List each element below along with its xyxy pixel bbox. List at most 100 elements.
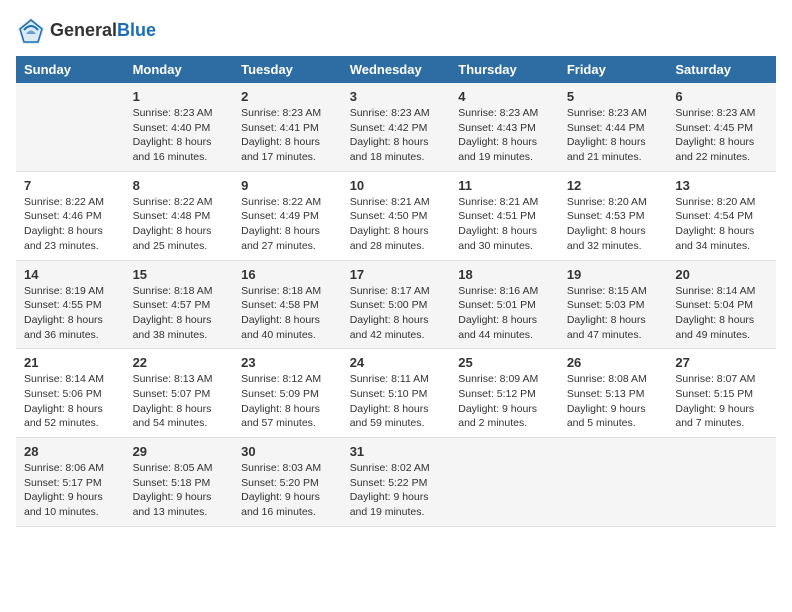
weekday-header: Wednesday <box>342 56 451 83</box>
day-number: 10 <box>350 178 443 193</box>
calendar-cell: 30 Sunrise: 8:03 AM Sunset: 5:20 PM Dayli… <box>233 438 342 527</box>
day-info: Sunrise: 8:23 AM Sunset: 4:45 PM Dayligh… <box>675 106 768 165</box>
day-number: 3 <box>350 89 443 104</box>
day-info: Sunrise: 8:07 AM Sunset: 5:15 PM Dayligh… <box>675 372 768 431</box>
day-number: 27 <box>675 355 768 370</box>
calendar-cell: 14 Sunrise: 8:19 AM Sunset: 4:55 PM Dayli… <box>16 260 125 349</box>
day-info: Sunrise: 8:23 AM Sunset: 4:40 PM Dayligh… <box>133 106 226 165</box>
calendar-cell: 18 Sunrise: 8:16 AM Sunset: 5:01 PM Dayli… <box>450 260 559 349</box>
day-number: 31 <box>350 444 443 459</box>
day-info: Sunrise: 8:08 AM Sunset: 5:13 PM Dayligh… <box>567 372 660 431</box>
day-number: 18 <box>458 267 551 282</box>
day-number: 15 <box>133 267 226 282</box>
weekday-header: Sunday <box>16 56 125 83</box>
day-info: Sunrise: 8:02 AM Sunset: 5:22 PM Dayligh… <box>350 461 443 520</box>
day-number: 2 <box>241 89 334 104</box>
calendar-table: SundayMondayTuesdayWednesdayThursdayFrid… <box>16 56 776 527</box>
calendar-week-row: 1Sunrise: 8:23 AM Sunset: 4:40 PM Daylig… <box>16 83 776 171</box>
calendar-cell: 16 Sunrise: 8:18 AM Sunset: 4:58 PM Dayli… <box>233 260 342 349</box>
day-number: 19 <box>567 267 660 282</box>
day-number: 12 <box>567 178 660 193</box>
calendar-cell: 20 Sunrise: 8:14 AM Sunset: 5:04 PM Dayli… <box>667 260 776 349</box>
calendar-cell: 26 Sunrise: 8:08 AM Sunset: 5:13 PM Dayli… <box>559 349 668 438</box>
calendar-cell: 5 Sunrise: 8:23 AM Sunset: 4:44 PM Daylig… <box>559 83 668 171</box>
day-number: 4 <box>458 89 551 104</box>
logo: GeneralBlue <box>16 16 156 46</box>
day-info: Sunrise: 8:16 AM Sunset: 5:01 PM Dayligh… <box>458 284 551 343</box>
calendar-cell: 17 Sunrise: 8:17 AM Sunset: 5:00 PM Dayli… <box>342 260 451 349</box>
day-info: Sunrise: 8:22 AM Sunset: 4:49 PM Dayligh… <box>241 195 334 254</box>
day-number: 16 <box>241 267 334 282</box>
calendar-cell: 28Sunrise: 8:06 AM Sunset: 5:17 PM Dayli… <box>16 438 125 527</box>
logo-blue: Blue <box>117 20 156 40</box>
calendar-cell: 31 Sunrise: 8:02 AM Sunset: 5:22 PM Dayli… <box>342 438 451 527</box>
day-info: Sunrise: 8:18 AM Sunset: 4:58 PM Dayligh… <box>241 284 334 343</box>
calendar-cell: 13 Sunrise: 8:20 AM Sunset: 4:54 PM Dayli… <box>667 171 776 260</box>
day-number: 23 <box>241 355 334 370</box>
page-header: GeneralBlue <box>16 16 776 46</box>
weekday-header: Saturday <box>667 56 776 83</box>
day-info: Sunrise: 8:22 AM Sunset: 4:48 PM Dayligh… <box>133 195 226 254</box>
day-info: Sunrise: 8:18 AM Sunset: 4:57 PM Dayligh… <box>133 284 226 343</box>
weekday-header: Tuesday <box>233 56 342 83</box>
day-info: Sunrise: 8:15 AM Sunset: 5:03 PM Dayligh… <box>567 284 660 343</box>
day-info: Sunrise: 8:14 AM Sunset: 5:06 PM Dayligh… <box>24 372 117 431</box>
day-number: 8 <box>133 178 226 193</box>
calendar-week-row: 14 Sunrise: 8:19 AM Sunset: 4:55 PM Dayli… <box>16 260 776 349</box>
calendar-cell: 1Sunrise: 8:23 AM Sunset: 4:40 PM Daylig… <box>125 83 234 171</box>
calendar-cell: 24Sunrise: 8:11 AM Sunset: 5:10 PM Dayli… <box>342 349 451 438</box>
day-info: Sunrise: 8:22 AM Sunset: 4:46 PM Dayligh… <box>24 195 117 254</box>
day-info: Sunrise: 8:19 AM Sunset: 4:55 PM Dayligh… <box>24 284 117 343</box>
calendar-header-row: SundayMondayTuesdayWednesdayThursdayFrid… <box>16 56 776 83</box>
day-info: Sunrise: 8:03 AM Sunset: 5:20 PM Dayligh… <box>241 461 334 520</box>
day-info: Sunrise: 8:23 AM Sunset: 4:42 PM Dayligh… <box>350 106 443 165</box>
day-number: 5 <box>567 89 660 104</box>
day-info: Sunrise: 8:23 AM Sunset: 4:44 PM Dayligh… <box>567 106 660 165</box>
calendar-cell: 9 Sunrise: 8:22 AM Sunset: 4:49 PM Daylig… <box>233 171 342 260</box>
calendar-week-row: 7Sunrise: 8:22 AM Sunset: 4:46 PM Daylig… <box>16 171 776 260</box>
weekday-header: Monday <box>125 56 234 83</box>
calendar-cell <box>450 438 559 527</box>
day-number: 28 <box>24 444 117 459</box>
day-number: 21 <box>24 355 117 370</box>
day-number: 14 <box>24 267 117 282</box>
day-number: 13 <box>675 178 768 193</box>
day-number: 25 <box>458 355 551 370</box>
calendar-cell: 3 Sunrise: 8:23 AM Sunset: 4:42 PM Daylig… <box>342 83 451 171</box>
calendar-cell: 12Sunrise: 8:20 AM Sunset: 4:53 PM Dayli… <box>559 171 668 260</box>
day-number: 17 <box>350 267 443 282</box>
day-info: Sunrise: 8:14 AM Sunset: 5:04 PM Dayligh… <box>675 284 768 343</box>
day-number: 6 <box>675 89 768 104</box>
calendar-cell: 23Sunrise: 8:12 AM Sunset: 5:09 PM Dayli… <box>233 349 342 438</box>
calendar-cell: 11 Sunrise: 8:21 AM Sunset: 4:51 PM Dayli… <box>450 171 559 260</box>
day-number: 29 <box>133 444 226 459</box>
day-info: Sunrise: 8:23 AM Sunset: 4:41 PM Dayligh… <box>241 106 334 165</box>
calendar-week-row: 21 Sunrise: 8:14 AM Sunset: 5:06 PM Dayli… <box>16 349 776 438</box>
day-info: Sunrise: 8:13 AM Sunset: 5:07 PM Dayligh… <box>133 372 226 431</box>
day-info: Sunrise: 8:20 AM Sunset: 4:54 PM Dayligh… <box>675 195 768 254</box>
logo-general: General <box>50 20 117 40</box>
calendar-cell: 27 Sunrise: 8:07 AM Sunset: 5:15 PM Dayli… <box>667 349 776 438</box>
calendar-cell <box>16 83 125 171</box>
calendar-cell: 25Sunrise: 8:09 AM Sunset: 5:12 PM Dayli… <box>450 349 559 438</box>
day-info: Sunrise: 8:21 AM Sunset: 4:51 PM Dayligh… <box>458 195 551 254</box>
calendar-cell: 10 Sunrise: 8:21 AM Sunset: 4:50 PM Dayli… <box>342 171 451 260</box>
day-info: Sunrise: 8:17 AM Sunset: 5:00 PM Dayligh… <box>350 284 443 343</box>
calendar-cell: 2 Sunrise: 8:23 AM Sunset: 4:41 PM Daylig… <box>233 83 342 171</box>
day-info: Sunrise: 8:05 AM Sunset: 5:18 PM Dayligh… <box>133 461 226 520</box>
day-number: 11 <box>458 178 551 193</box>
day-info: Sunrise: 8:21 AM Sunset: 4:50 PM Dayligh… <box>350 195 443 254</box>
calendar-cell: 6 Sunrise: 8:23 AM Sunset: 4:45 PM Daylig… <box>667 83 776 171</box>
calendar-cell <box>559 438 668 527</box>
calendar-cell: 29 Sunrise: 8:05 AM Sunset: 5:18 PM Dayli… <box>125 438 234 527</box>
calendar-cell: 4Sunrise: 8:23 AM Sunset: 4:43 PM Daylig… <box>450 83 559 171</box>
calendar-cell: 15 Sunrise: 8:18 AM Sunset: 4:57 PM Dayli… <box>125 260 234 349</box>
day-number: 26 <box>567 355 660 370</box>
day-number: 24 <box>350 355 443 370</box>
weekday-header: Friday <box>559 56 668 83</box>
calendar-cell: 21 Sunrise: 8:14 AM Sunset: 5:06 PM Dayli… <box>16 349 125 438</box>
day-number: 30 <box>241 444 334 459</box>
day-number: 20 <box>675 267 768 282</box>
calendar-week-row: 28Sunrise: 8:06 AM Sunset: 5:17 PM Dayli… <box>16 438 776 527</box>
day-number: 9 <box>241 178 334 193</box>
